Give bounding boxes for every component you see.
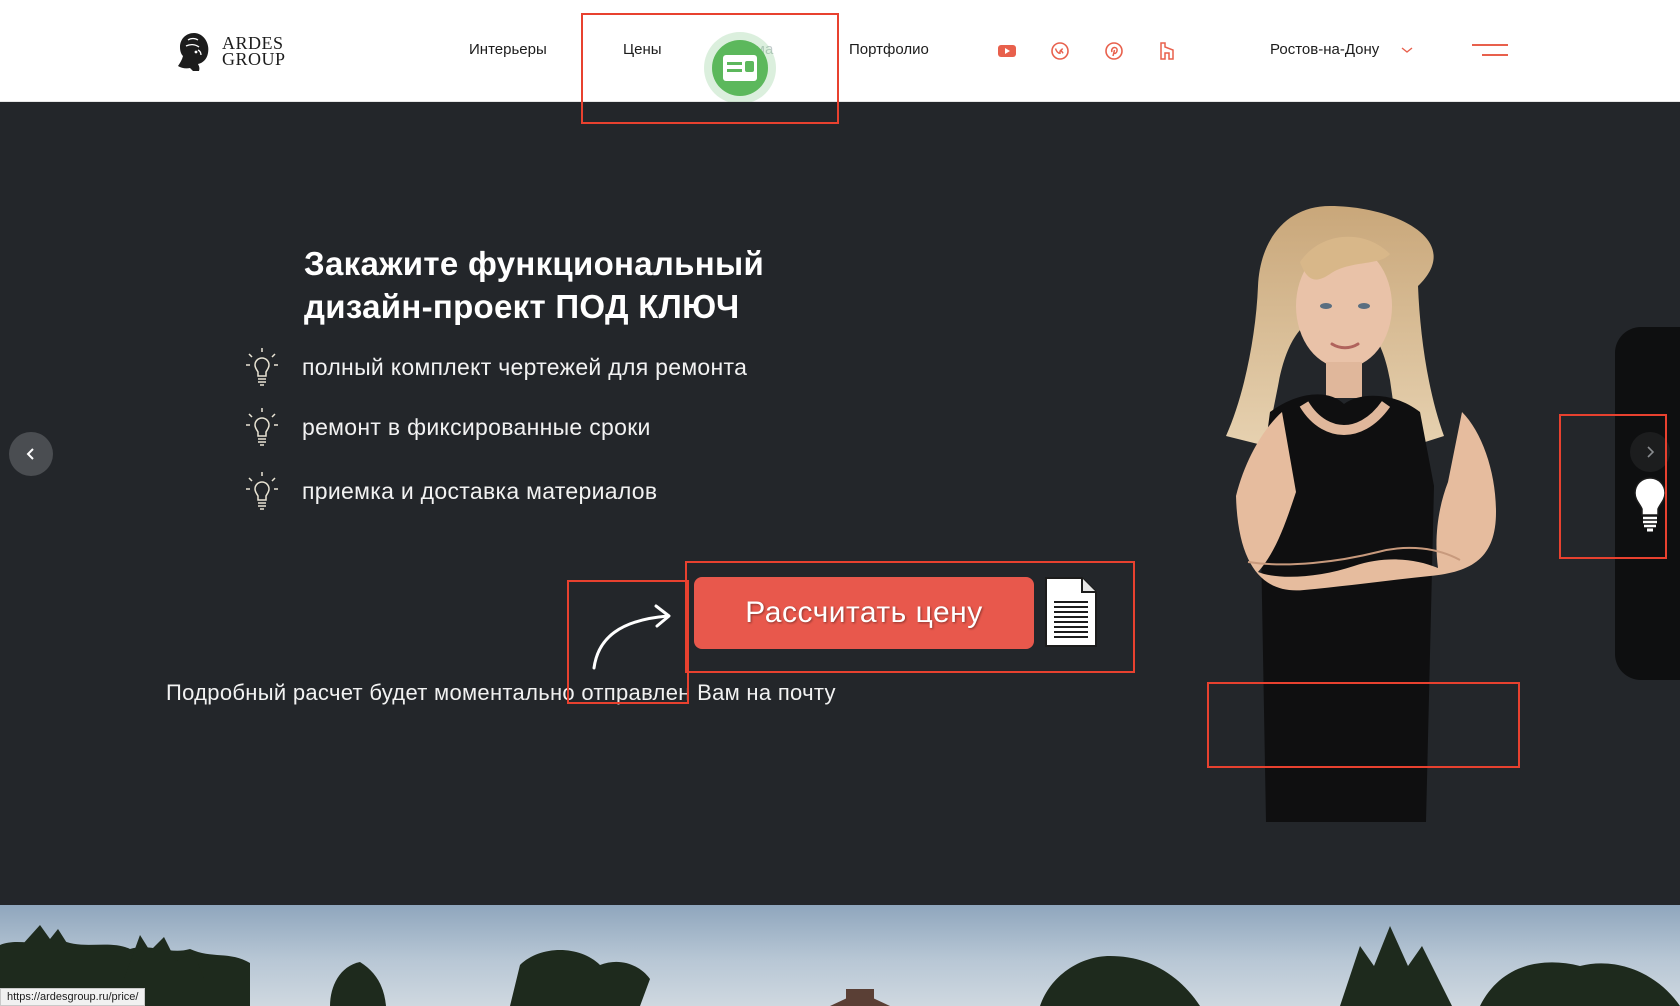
- houzz-icon[interactable]: [1157, 41, 1177, 61]
- hero-title-line-2: дизайн-проект ПОД КЛЮЧ: [304, 288, 740, 325]
- site-header: ARDES GROUP Интерьеры Цены Дома Портфоли…: [0, 0, 1680, 104]
- next-section-photo: [0, 905, 1680, 1006]
- nav-portfolio[interactable]: Портфолио: [849, 41, 929, 58]
- lightbulb-icon: [246, 408, 278, 446]
- annotation-box: [1207, 682, 1520, 768]
- annotation-box: [567, 580, 689, 704]
- pinterest-icon[interactable]: [1104, 41, 1124, 61]
- slider-prev-button[interactable]: [9, 432, 53, 476]
- trees-landscape-image: [0, 925, 1680, 1006]
- feature-text: приемка и доставка материалов: [302, 477, 658, 504]
- burger-line: [1482, 54, 1508, 56]
- lightbulb-icon: [246, 348, 278, 386]
- feature-item: полный комплект чертежей для ремонта: [244, 346, 747, 388]
- hero-section: Закажите функциональный дизайн-проект ПО…: [0, 13, 1680, 905]
- burger-line: [1472, 44, 1508, 46]
- logo-head-icon: [178, 33, 209, 71]
- logo-text: ARDES GROUP: [222, 34, 286, 69]
- annotation-box: [685, 561, 1135, 673]
- feature-text: полный комплект чертежей для ремонта: [302, 353, 748, 380]
- feature-item: приемка и доставка материалов: [244, 470, 657, 512]
- lightbulb-icon: [246, 472, 278, 510]
- city-selector[interactable]: Ростов-на-Дону: [1270, 41, 1379, 58]
- hero-title: Закажите функциональный дизайн-проект ПО…: [304, 242, 944, 328]
- annotation-box: [1559, 414, 1667, 559]
- feature-text: ремонт в фиксированные сроки: [302, 413, 651, 440]
- logo[interactable]: ARDES GROUP: [174, 30, 286, 72]
- youtube-icon[interactable]: [997, 41, 1017, 61]
- logo-line-2: GROUP: [222, 49, 286, 69]
- status-bar-url: https://ardesgroup.ru/price/: [0, 988, 146, 1006]
- vk-icon[interactable]: [1050, 41, 1070, 61]
- feature-item: ремонт в фиксированные сроки: [244, 406, 651, 448]
- menu-burger-button[interactable]: [1472, 44, 1508, 58]
- annotation-box: [581, 13, 839, 124]
- hero-note: Подробный расчет будет моментально отпра…: [166, 680, 836, 705]
- nav-interiors[interactable]: Интерьеры: [469, 41, 547, 58]
- hero-title-line-1: Закажите функциональный: [304, 245, 765, 282]
- chevron-down-icon[interactable]: [1401, 45, 1413, 55]
- chevron-left-icon: [26, 448, 34, 460]
